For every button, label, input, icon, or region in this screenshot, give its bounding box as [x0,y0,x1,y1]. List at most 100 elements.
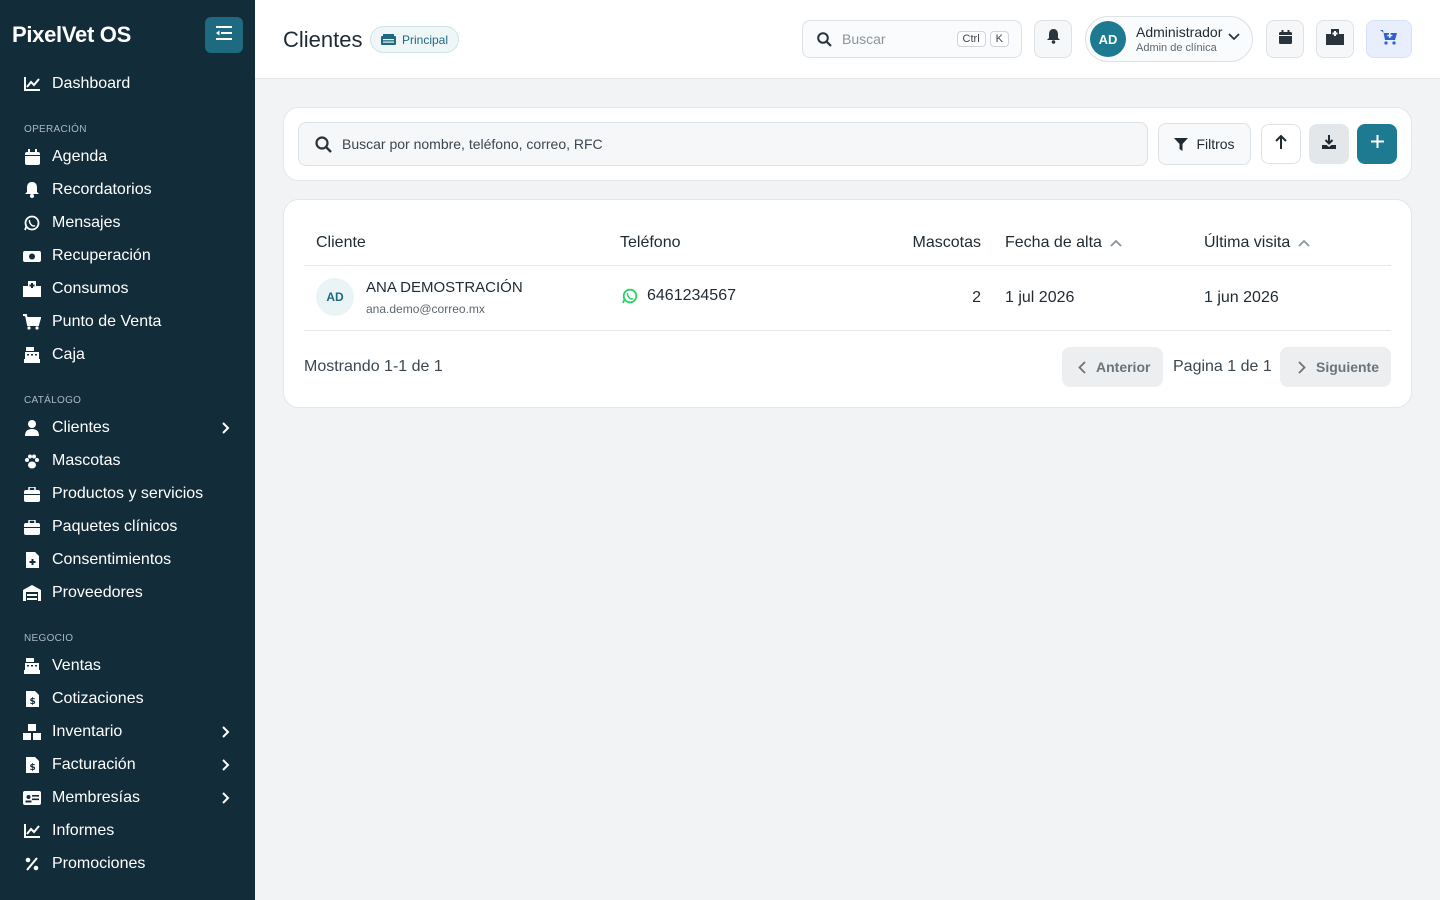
sidebar-item-consentimientos[interactable]: Consentimientos [22,546,237,574]
import-button[interactable] [1261,124,1301,164]
cart-icon [22,312,42,332]
sidebar-item-paquetes[interactable]: Paquetes clínicos [22,513,237,541]
download-icon [1322,134,1336,154]
whatsapp-icon [22,213,42,233]
previous-page-label: Anterior [1096,359,1151,375]
sidebar-item-consumos[interactable]: Consumos [22,275,237,303]
global-search-input[interactable]: Buscar Ctrl K [802,20,1022,58]
user-icon [22,418,42,438]
collapse-menu-icon [216,25,232,45]
paw-icon [22,451,42,471]
sidebar-item-promociones[interactable]: Promociones [22,850,237,878]
client-phone[interactable]: 6461234567 [622,287,736,305]
branch-badge[interactable]: Principal [370,26,460,53]
column-header-mascotas[interactable]: Mascotas [884,234,981,252]
client-search-input[interactable]: Buscar por nombre, teléfono, correo, RFC [298,122,1148,166]
client-phone-number: 6461234567 [647,287,736,304]
top-header: Clientes Principal Buscar Ctrl K AD Admi… [255,0,1440,79]
table-row-divider [304,330,1391,331]
sidebar: PixelVet OS Dashboard OPERACIÓN Agenda R… [0,0,255,900]
column-header-label: Fecha de alta [1005,234,1102,251]
hospital-user-icon [381,34,396,45]
notifications-button[interactable] [1034,20,1072,58]
column-header-ultima-visita[interactable]: Última visita [1204,234,1310,252]
next-page-button[interactable]: Siguiente [1280,347,1391,387]
branch-badge-label: Principal [402,32,449,47]
sidebar-item-membresias[interactable]: Membresías [22,784,237,812]
previous-page-button[interactable]: Anterior [1062,347,1163,387]
column-header-telefono[interactable]: Teléfono [620,234,681,252]
sidebar-item-label: Cotizaciones [52,690,144,707]
sidebar-item-caja[interactable]: Caja [22,341,237,369]
kbd-k: K [989,31,1009,47]
sidebar-item-label: Agenda [52,148,108,165]
chevron-right-icon [219,757,233,773]
point-of-sale-button[interactable] [1366,20,1412,58]
plus-icon [1370,135,1384,153]
user-menu[interactable]: AD Administrador Admin de clínica [1085,16,1253,62]
chevron-right-icon [219,790,233,806]
chevron-right-icon [219,724,233,740]
client-created-date: 1 jul 2026 [1005,289,1075,306]
column-header-cliente[interactable]: Cliente [316,234,366,252]
sidebar-item-clientes[interactable]: Clientes [22,414,237,442]
sidebar-item-informes[interactable]: Informes [22,817,237,845]
client-pets-count: 2 [972,289,981,306]
hospital-icon [1326,28,1344,50]
bell-icon [22,180,42,200]
id-card-icon [22,788,42,808]
export-button[interactable] [1309,124,1349,164]
sidebar-item-agenda[interactable]: Agenda [22,143,237,171]
clients-table: Cliente Teléfono Mascotas Fecha de alta … [283,199,1412,408]
sidebar-item-mensajes[interactable]: Mensajes [22,209,237,237]
sidebar-item-label: Informes [52,822,115,839]
svg-text:$: $ [29,763,35,773]
clients-toolbar: Buscar por nombre, teléfono, correo, RFC… [283,107,1412,181]
global-search-placeholder: Buscar [842,31,886,47]
sidebar-item-label: Promociones [52,855,146,872]
sidebar-item-proveedores[interactable]: Proveedores [22,579,237,607]
file-invoice-dollar-icon: $ [22,755,42,775]
sidebar-item-dashboard[interactable]: Dashboard [22,70,237,98]
sidebar-item-cotizaciones[interactable]: $ Cotizaciones [22,685,237,713]
sidebar-item-mascotas[interactable]: Mascotas [22,447,237,475]
money-bill-icon [22,246,42,266]
calendar-button[interactable] [1266,20,1304,58]
column-header-fecha-alta[interactable]: Fecha de alta [1005,234,1122,252]
sidebar-item-facturacion[interactable]: $ Facturación [22,751,237,779]
user-name: Administrador [1136,24,1223,40]
add-client-button[interactable] [1357,124,1397,164]
sidebar-item-label: Membresías [52,789,141,806]
sidebar-item-label: Consumos [52,280,129,297]
sidebar-item-label: Facturación [52,756,136,773]
sidebar-item-inventario[interactable]: Inventario [22,718,237,746]
filters-button[interactable]: Filtros [1158,123,1251,165]
sidebar-item-label: Dashboard [52,75,131,92]
chevron-down-icon [1228,33,1240,41]
sidebar-item-label: Productos y servicios [52,485,204,502]
sidebar-item-label: Ventas [52,657,101,674]
search-icon [817,31,832,47]
sidebar-item-punto-de-venta[interactable]: Punto de Venta [22,308,237,336]
sidebar-item-recuperacion[interactable]: Recuperación [22,242,237,270]
sidebar-item-recordatorios[interactable]: Recordatorios [22,176,237,204]
column-header-label: Mascotas [912,234,981,251]
cash-register-icon [22,656,42,676]
client-avatar: AD [316,278,354,316]
sidebar-item-productos[interactable]: Productos y servicios [22,480,237,508]
chevron-right-icon [219,420,233,436]
chart-line-icon [22,821,42,841]
sort-up-icon [1110,239,1122,247]
file-invoice-dollar-icon: $ [22,689,42,709]
sidebar-item-ventas[interactable]: Ventas [22,652,237,680]
calendar-icon [1278,29,1292,49]
brand-logo: PixelVet OS [12,22,131,47]
sidebar-item-label: Consentimientos [52,551,172,568]
clinic-button[interactable] [1316,20,1354,58]
boxes-icon [22,722,42,742]
sidebar-collapse-button[interactable] [205,17,243,53]
cash-register-icon [22,345,42,365]
bell-icon [1046,29,1060,49]
client-name[interactable]: ANA DEMOSTRACIÓN [366,279,523,296]
sidebar-item-label: Clientes [52,419,110,436]
